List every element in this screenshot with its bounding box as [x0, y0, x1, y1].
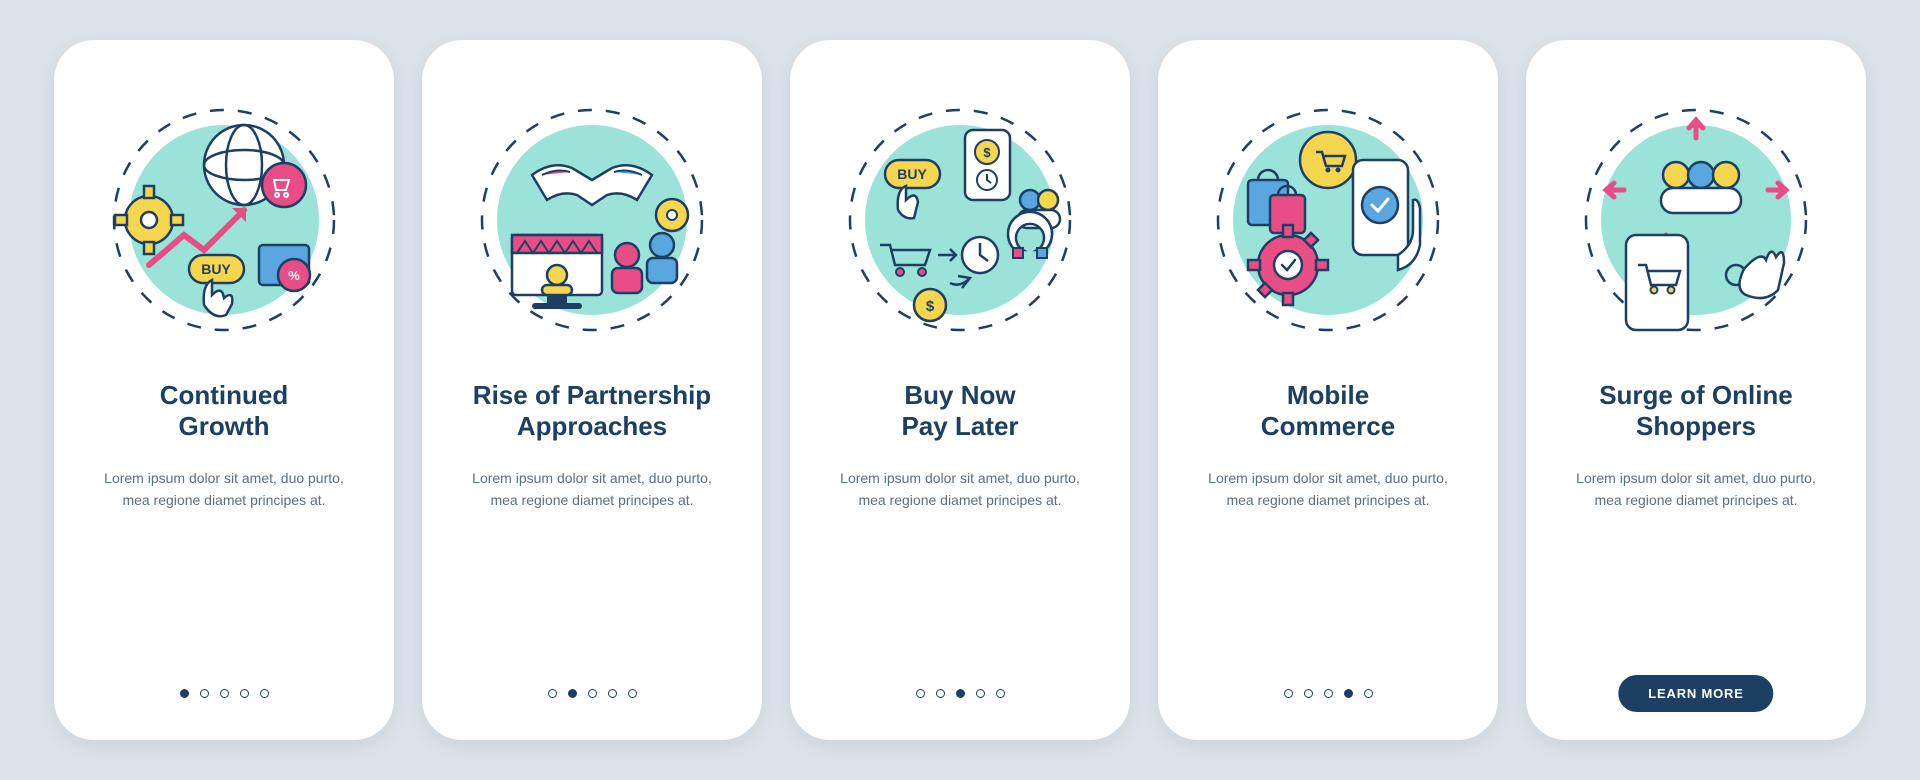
dot-3[interactable] [956, 689, 965, 698]
slide-description: Lorem ipsum dolor sit amet, duo purto, m… [830, 468, 1090, 511]
onboarding-card-3: $ BUY $ Buy Now Pay Late [790, 40, 1130, 740]
pagination-dots [790, 689, 1130, 698]
dot-4[interactable] [240, 689, 249, 698]
partnership-illustration [462, 90, 722, 350]
onboarding-card-5: Surge of Online Shoppers Lorem ipsum dol… [1526, 40, 1866, 740]
slide-title: Surge of Online Shoppers [1599, 380, 1793, 442]
svg-text:$: $ [983, 145, 991, 160]
dot-3[interactable] [1324, 689, 1333, 698]
slide-title: Continued Growth [160, 380, 289, 442]
svg-text:%: % [288, 268, 300, 283]
slide-description: Lorem ipsum dolor sit amet, duo purto, m… [1566, 468, 1826, 511]
growth-illustration: BUY % [94, 90, 354, 350]
slide-title: Rise of Partnership Approaches [473, 380, 711, 442]
svg-text:BUY: BUY [897, 166, 927, 182]
onboarding-card-2: Rise of Partnership Approaches Lorem ips… [422, 40, 762, 740]
dot-5[interactable] [996, 689, 1005, 698]
dot-3[interactable] [220, 689, 229, 698]
dot-1[interactable] [1284, 689, 1293, 698]
dot-2[interactable] [1304, 689, 1313, 698]
bnpl-illustration: $ BUY $ [830, 90, 1090, 350]
svg-text:$: $ [926, 298, 935, 315]
slide-description: Lorem ipsum dolor sit amet, duo purto, m… [94, 468, 354, 511]
slide-description: Lorem ipsum dolor sit amet, duo purto, m… [462, 468, 722, 511]
dot-4[interactable] [1344, 689, 1353, 698]
dot-1[interactable] [548, 689, 557, 698]
dot-5[interactable] [1364, 689, 1373, 698]
dot-5[interactable] [628, 689, 637, 698]
svg-text:BUY: BUY [201, 261, 231, 277]
slide-title: Mobile Commerce [1261, 380, 1395, 442]
dot-3[interactable] [588, 689, 597, 698]
slide-description: Lorem ipsum dolor sit amet, duo purto, m… [1198, 468, 1458, 511]
dot-2[interactable] [200, 689, 209, 698]
dot-1[interactable] [916, 689, 925, 698]
slide-title: Buy Now Pay Later [901, 380, 1018, 442]
shoppers-illustration [1566, 90, 1826, 350]
dot-4[interactable] [976, 689, 985, 698]
pagination-dots [54, 689, 394, 698]
mobile-commerce-illustration [1198, 90, 1458, 350]
learn-more-button[interactable]: LEARN MORE [1618, 675, 1773, 712]
onboarding-card-4: Mobile Commerce Lorem ipsum dolor sit am… [1158, 40, 1498, 740]
dot-5[interactable] [260, 689, 269, 698]
pagination-dots [422, 689, 762, 698]
dot-4[interactable] [608, 689, 617, 698]
dot-1[interactable] [180, 689, 189, 698]
dot-2[interactable] [936, 689, 945, 698]
dot-2[interactable] [568, 689, 577, 698]
onboarding-card-1: BUY % Continued Growth Lorem ipsum dolor… [54, 40, 394, 740]
pagination-dots [1158, 689, 1498, 698]
